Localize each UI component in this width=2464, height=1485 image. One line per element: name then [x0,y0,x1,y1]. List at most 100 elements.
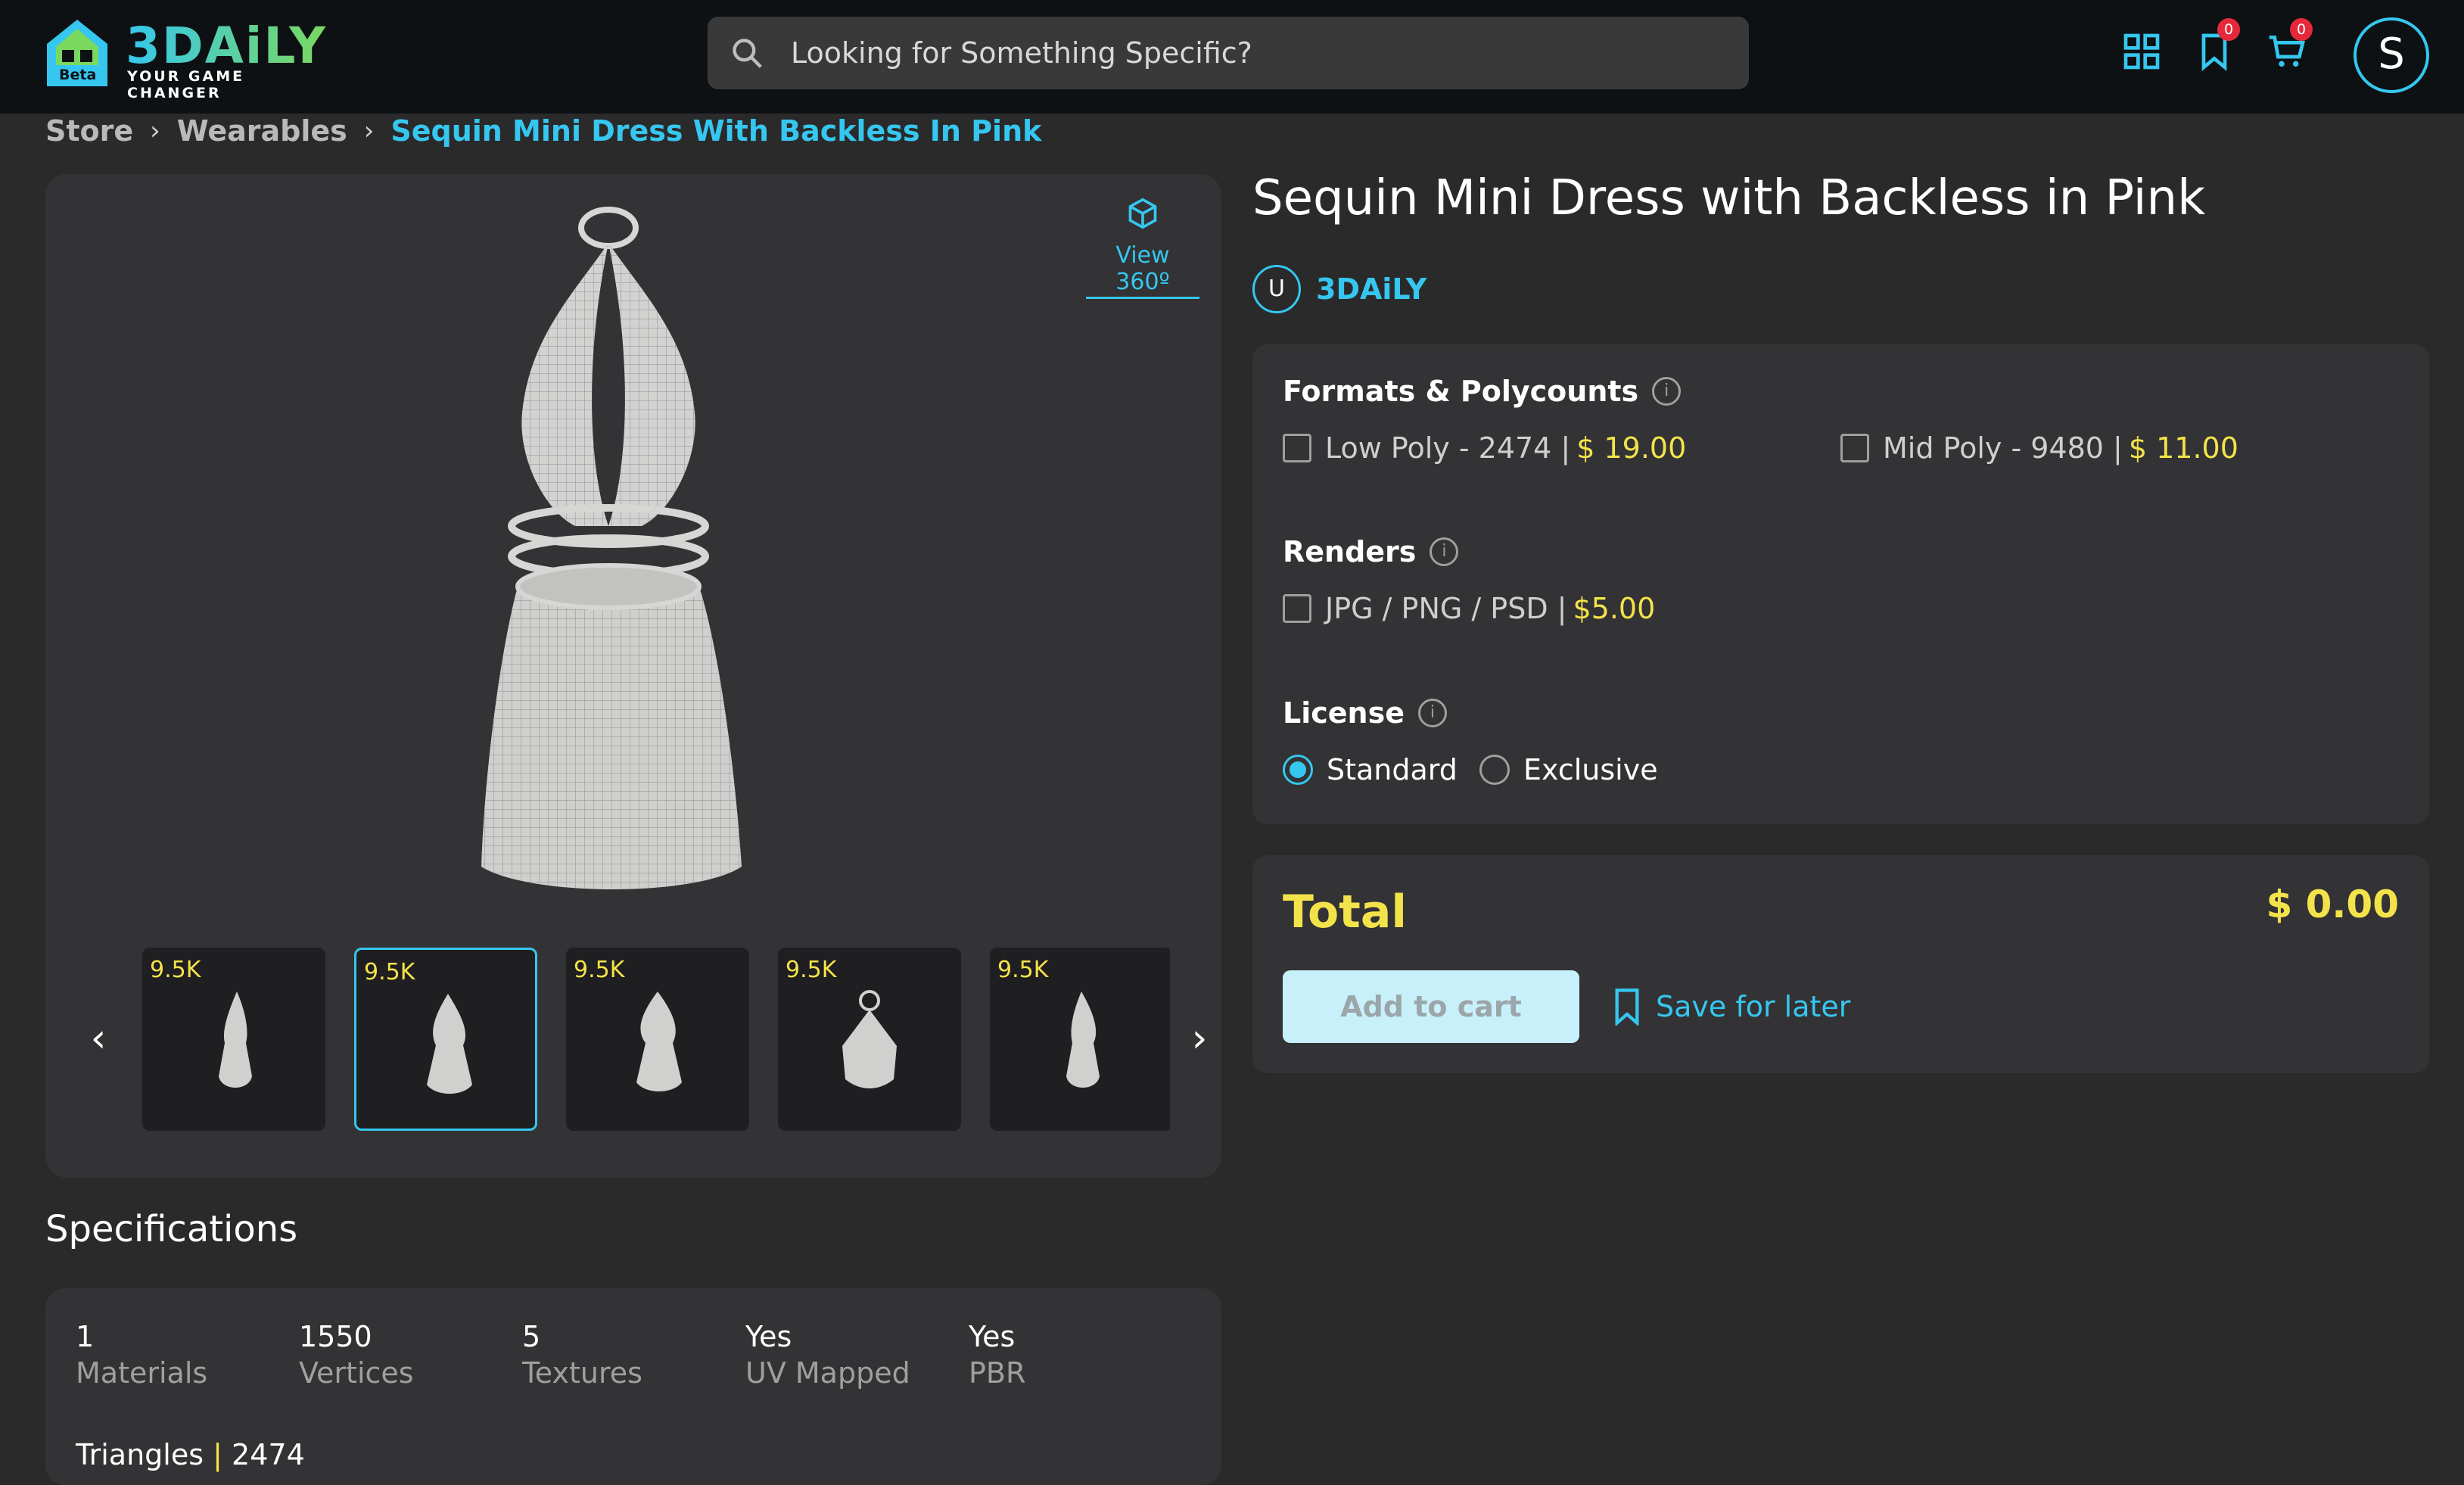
format-label: Low Poly - 2474 | [1325,431,1571,465]
dress-thumbnail-image [427,994,472,1094]
search-bar [708,17,1749,89]
format-price: $ 11.00 [2128,431,2238,465]
renders-title: Renders [1283,535,1417,568]
product-viewer[interactable]: View 360º ‹ 9.5K 9.5K 9.5K 9.5K 9.5K › [45,174,1221,1178]
thumbnail-strip: 9.5K 9.5K 9.5K 9.5K 9.5K [142,948,1170,1131]
bookmark-icon [1615,988,1639,1026]
spec-value: 1 [76,1320,95,1353]
brand-tagline: YOUR GAME CHANGER [127,68,245,101]
triangles-value: 2474 [232,1438,305,1471]
specifications-panel: 1 Materials 1550 Vertices 5 Textures Yes… [45,1288,1221,1485]
dress-thumbnail-image [1066,992,1100,1088]
user-avatar[interactable]: S [2354,17,2429,93]
author-name: 3DAiLY [1316,272,1427,306]
radio-unselected[interactable] [1479,755,1510,785]
radio-selected[interactable] [1283,755,1313,785]
checkbox[interactable] [1283,594,1311,623]
options-panel: Formats & Polycounts i Low Poly - 2474 |… [1252,344,2429,824]
info-icon[interactable]: i [1652,377,1682,406]
spec-materials: 1 Materials [76,1318,207,1391]
format-option-low-poly[interactable]: Low Poly - 2474 | $ 19.00 [1283,431,1686,465]
dress-thumbnail-image [219,992,252,1088]
license-title: License [1283,696,1405,730]
license-standard[interactable]: Standard [1283,753,1458,786]
specifications-title: Specifications [45,1208,298,1250]
dress-3d-model-image [481,207,742,889]
formats-section-title: Formats & Polycounts i [1283,375,1682,408]
chevron-right-icon: › [150,116,160,146]
format-price: $ 19.00 [1576,431,1687,465]
spec-value: 5 [522,1320,541,1353]
cart-count-badge: 0 [2290,18,2313,41]
thumbnail-count: 9.5K [364,959,415,985]
spec-value: Yes [745,1320,792,1353]
author-link[interactable]: U 3DAiLY [1252,265,1426,313]
spec-textures: 5 Textures [522,1318,642,1391]
breadcrumb-wearables[interactable]: Wearables [177,114,347,148]
chevron-right-icon[interactable]: › [1181,1016,1218,1061]
search-icon[interactable] [730,36,764,70]
formats-title: Formats & Polycounts [1283,375,1639,408]
thumbnail-count: 9.5K [150,957,201,983]
thumbnail-item[interactable]: 9.5K [566,948,749,1131]
triangles-separator: | [213,1438,222,1471]
chevron-right-icon: › [363,116,375,146]
format-label: Mid Poly - 9480 | [1883,431,2123,465]
checkbox[interactable] [1840,434,1869,462]
format-option-mid-poly[interactable]: Mid Poly - 9480 | $ 11.00 [1840,431,2238,465]
grid-menu-icon[interactable] [2120,30,2163,73]
thumbnail-item[interactable]: 9.5K [354,948,537,1131]
spec-value: Yes [969,1320,1016,1353]
spec-vertices: 1550 Vertices [299,1318,414,1391]
total-panel: Total $ 0.00 Add to cart Save for later [1252,855,2429,1073]
spec-label: UV Mapped [745,1356,910,1390]
thumbnail-item[interactable]: 9.5K [990,948,1170,1131]
license-label: Exclusive [1523,753,1658,786]
save-for-later-button[interactable]: Save for later [1612,970,1850,1043]
total-value: $ 0.00 [2266,883,2399,926]
top-navigation-bar: Beta 3DAiLY YOUR GAME CHANGER 0 0 S [0,0,2464,114]
info-icon[interactable]: i [1430,537,1459,566]
thumbnail-carousel: ‹ 9.5K 9.5K 9.5K 9.5K 9.5K › [45,948,1221,1137]
breadcrumb-current: Sequin Mini Dress With Backless In Pink [390,114,1042,148]
cart-button[interactable]: 0 [2266,18,2313,73]
triangles-label: Triangles [76,1438,204,1471]
view-360-label: View 360º [1086,242,1199,299]
wishlist-button[interactable]: 0 [2193,18,2240,73]
spec-uv-mapped: Yes UV Mapped [745,1318,910,1391]
license-exclusive[interactable]: Exclusive [1479,753,1658,786]
spec-label: PBR [969,1356,1026,1390]
search-input[interactable] [791,17,1699,89]
add-to-cart-button[interactable]: Add to cart [1283,970,1579,1043]
thumbnail-item[interactable]: 9.5K [778,948,961,1131]
beta-badge: Beta [50,65,106,85]
dress-thumbnail-image [636,992,682,1091]
breadcrumb-store[interactable]: Store [45,114,133,148]
license-label: Standard [1327,753,1458,786]
spec-label: Vertices [299,1356,414,1390]
spec-label: Textures [522,1356,642,1390]
info-icon[interactable]: i [1417,699,1447,727]
view-360-button[interactable]: View 360º [1086,197,1199,299]
breadcrumb: Store › Wearables › Sequin Mini Dress Wi… [45,112,1041,150]
license-section-title: License i [1283,696,1447,730]
render-price: $5.00 [1573,592,1656,625]
author-avatar: U [1252,265,1301,313]
cube-icon [1128,198,1157,229]
spec-value: 1550 [299,1320,372,1353]
thumbnail-item[interactable]: 9.5K [142,948,325,1131]
chevron-left-icon[interactable]: ‹ [79,1016,117,1061]
wishlist-count-badge: 0 [2217,18,2240,41]
save-for-later-label: Save for later [1656,990,1851,1023]
thumbnail-count: 9.5K [997,957,1049,983]
brand-logo[interactable]: Beta 3DAiLY YOUR GAME CHANGER [44,14,331,101]
render-option[interactable]: JPG / PNG / PSD | $5.00 [1283,592,1655,625]
product-title: Sequin Mini Dress with Backless in Pink [1252,170,2206,226]
render-label: JPG / PNG / PSD | [1325,592,1567,625]
thumbnail-count: 9.5K [574,957,625,983]
spec-label: Materials [76,1356,208,1390]
checkbox[interactable] [1283,434,1311,462]
renders-section-title: Renders i [1283,535,1459,568]
spec-pbr: Yes PBR [969,1318,1025,1391]
spec-triangles: Triangles | 2474 [76,1438,305,1471]
